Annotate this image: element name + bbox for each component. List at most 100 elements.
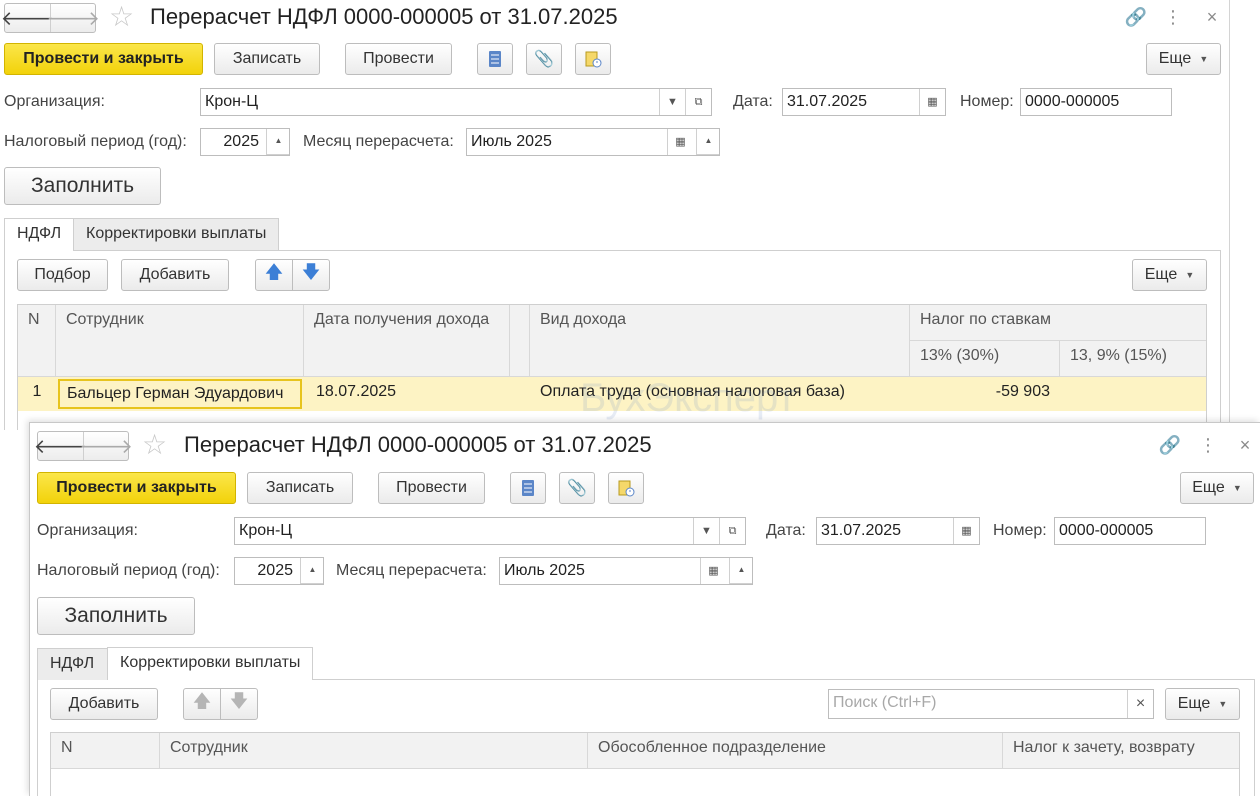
move-up-button[interactable]: 🡅 <box>255 259 293 291</box>
print-button[interactable] <box>608 472 644 504</box>
move-down-button[interactable]: 🡇 <box>220 688 258 720</box>
col-tax-by-rates[interactable]: Налог по ставкам <box>910 305 1206 341</box>
spin-up-icon[interactable]: ▲ <box>267 129 289 154</box>
save-button[interactable]: Записать <box>214 43 320 75</box>
month-spinner[interactable]: ▲▼ <box>729 558 752 584</box>
rate-13-cell[interactable]: -59 903 <box>910 377 1060 411</box>
list-report-icon <box>522 480 534 496</box>
col-income-type[interactable]: Вид дохода <box>530 305 910 377</box>
col-n[interactable]: N <box>18 305 56 377</box>
save-button[interactable]: Записать <box>247 472 353 504</box>
rate-15-cell[interactable] <box>1060 377 1206 411</box>
col-rate-13[interactable]: 13% (30%) <box>910 341 1060 377</box>
tab-corrections[interactable]: Корректировки выплаты <box>73 218 280 250</box>
number-field[interactable]: 0000-000005 <box>1054 517 1206 545</box>
col-employee[interactable]: Сотрудник <box>160 733 588 769</box>
income-date-cell[interactable]: 18.07.2025 <box>306 377 506 411</box>
link-icon[interactable]: 🔗 <box>1124 5 1148 29</box>
col-n[interactable]: N <box>51 733 160 769</box>
paperclip-icon: 📎 <box>567 480 587 497</box>
more-vertical-icon[interactable]: ⋮ <box>1161 5 1185 29</box>
post-and-close-button[interactable]: Провести и закрыть <box>4 43 203 75</box>
calendar-icon[interactable]: ▦ <box>919 89 945 115</box>
col-division[interactable]: Обособленное подразделение <box>588 733 1003 769</box>
move-down-button[interactable]: 🡇 <box>292 259 330 291</box>
period-field[interactable]: 2025 ▲▼ <box>200 128 290 156</box>
date-field[interactable]: 31.07.2025 ▦ <box>816 517 980 545</box>
date-field[interactable]: 31.07.2025 ▦ <box>782 88 946 116</box>
close-icon[interactable]: × <box>1200 5 1224 29</box>
document-clock-icon <box>585 51 602 68</box>
spin-up-icon[interactable]: ▲ <box>301 558 323 583</box>
register-report-button[interactable] <box>477 43 513 75</box>
arrow-up-icon: 🡅 <box>264 262 284 282</box>
dropdown-caret-icon[interactable]: ▼ <box>693 518 719 544</box>
post-button[interactable]: Провести <box>378 472 485 504</box>
org-field[interactable]: Крон-Ц ▼ ⧉ <box>200 88 712 116</box>
pick-button[interactable]: Подбор <box>17 259 108 291</box>
month-spinner[interactable]: ▲▼ <box>696 129 719 155</box>
dropdown-caret-icon[interactable]: ▼ <box>659 89 685 115</box>
open-icon[interactable]: ⧉ <box>685 89 711 115</box>
spin-up-icon[interactable]: ▲ <box>730 558 752 583</box>
caret-down-icon: ▼ <box>1199 54 1209 64</box>
col-separator <box>510 305 530 377</box>
move-up-button[interactable]: 🡅 <box>183 688 221 720</box>
link-icon[interactable]: 🔗 <box>1158 433 1182 457</box>
spin-down-icon[interactable]: ▼ <box>730 583 752 584</box>
more-vertical-icon[interactable]: ⋮ <box>1196 433 1220 457</box>
clear-search-icon[interactable]: × <box>1127 690 1153 718</box>
tab-ndfl[interactable]: НДФЛ <box>37 648 108 680</box>
period-spinner[interactable]: ▲▼ <box>266 129 289 155</box>
calendar-icon[interactable]: ▦ <box>700 558 726 584</box>
back-arrow-icon[interactable]: 🡐 <box>1 4 55 32</box>
close-icon[interactable]: × <box>1233 433 1257 457</box>
tab-corrections[interactable]: Корректировки выплаты <box>107 647 314 680</box>
more-button[interactable]: Еще ▼ <box>1146 43 1221 75</box>
col-rate-15[interactable]: 13, 9% (15%) <box>1060 341 1206 377</box>
back-arrow-icon[interactable]: 🡐 <box>34 432 88 460</box>
post-and-close-button[interactable]: Провести и закрыть <box>37 472 236 504</box>
month-field[interactable]: Июль 2025 ▦ ▲▼ <box>499 557 753 585</box>
spin-down-icon[interactable]: ▼ <box>697 154 719 155</box>
attach-button[interactable]: 📎 <box>559 472 595 504</box>
add-button[interactable]: Добавить <box>50 688 158 720</box>
month-label: Месяц перерасчета: <box>336 562 487 579</box>
print-button[interactable] <box>575 43 611 75</box>
col-tax-credit[interactable]: Налог к зачету, возврату <box>1003 733 1239 769</box>
favorite-star-icon[interactable]: ☆ <box>142 430 167 460</box>
col-employee[interactable]: Сотрудник <box>56 305 304 377</box>
employee-cell[interactable]: Бальцер Герман Эдуардович <box>58 379 302 409</box>
add-button[interactable]: Добавить <box>121 259 229 291</box>
forward-arrow-icon[interactable]: 🡒 <box>46 4 100 32</box>
table-more-button[interactable]: Еще ▼ <box>1165 688 1240 720</box>
org-field[interactable]: Крон-Ц ▼ ⧉ <box>234 517 746 545</box>
spin-down-icon[interactable]: ▼ <box>301 583 323 584</box>
col-income-date[interactable]: Дата получения дохода <box>304 305 510 377</box>
tab-ndfl[interactable]: НДФЛ <box>4 218 74 251</box>
org-label: Организация: <box>4 93 105 110</box>
more-button[interactable]: Еще ▼ <box>1180 472 1254 504</box>
calendar-icon[interactable]: ▦ <box>953 518 979 544</box>
search-input[interactable]: Поиск (Ctrl+F) × <box>828 689 1154 719</box>
period-field[interactable]: 2025 ▲▼ <box>234 557 324 585</box>
spin-down-icon[interactable]: ▼ <box>267 154 289 155</box>
post-button[interactable]: Провести <box>345 43 452 75</box>
table-more-button[interactable]: Еще ▼ <box>1132 259 1207 291</box>
fill-button[interactable]: Заполнить <box>37 597 195 635</box>
document-clock-icon <box>618 480 635 497</box>
spin-up-icon[interactable]: ▲ <box>697 129 719 154</box>
open-icon[interactable]: ⧉ <box>719 518 745 544</box>
register-report-button[interactable] <box>510 472 546 504</box>
arrow-down-icon: 🡇 <box>229 691 249 711</box>
period-spinner[interactable]: ▲▼ <box>300 558 323 584</box>
income-type-cell[interactable]: Оплата труда (основная налоговая база) <box>530 377 910 411</box>
number-label: Номер: <box>993 522 1047 539</box>
attach-button[interactable]: 📎 <box>526 43 562 75</box>
month-field[interactable]: Июль 2025 ▦ ▲▼ <box>466 128 720 156</box>
forward-arrow-icon[interactable]: 🡒 <box>79 432 133 460</box>
number-field[interactable]: 0000-000005 <box>1020 88 1172 116</box>
fill-button[interactable]: Заполнить <box>4 167 161 205</box>
calendar-icon[interactable]: ▦ <box>667 129 693 155</box>
favorite-star-icon[interactable]: ☆ <box>109 2 134 32</box>
